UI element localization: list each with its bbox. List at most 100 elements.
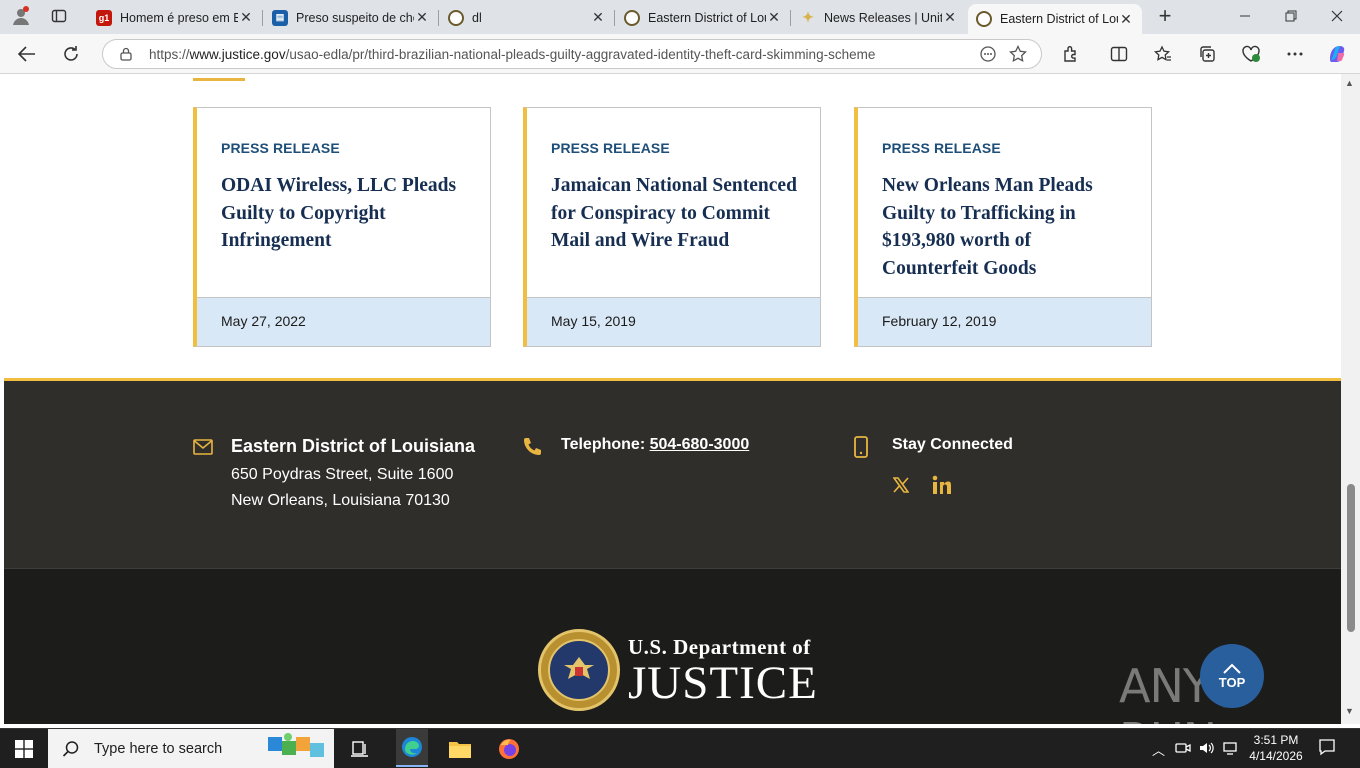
edge-taskbar-icon[interactable] (396, 729, 428, 767)
card-kicker: PRESS RELEASE (882, 140, 1001, 156)
star-icon: ✦ (802, 9, 814, 25)
new-tab-icon[interactable]: + (1150, 2, 1180, 30)
tab-title: Eastern District of Lou (1000, 12, 1118, 26)
file-explorer-icon[interactable] (446, 735, 474, 763)
close-tab-icon[interactable]: ✕ (414, 9, 430, 26)
mail-icon (193, 439, 213, 455)
scroll-up-arrow-icon[interactable]: ▲ (1345, 78, 1354, 88)
linkedin-icon[interactable] (932, 475, 952, 500)
tab-4[interactable]: Eastern District of Lou ✕ (616, 4, 791, 31)
x-icon[interactable] (892, 477, 910, 498)
restore-icon[interactable] (1276, 2, 1306, 30)
card-title-link[interactable]: New Orleans Man Pleads Guilty to Traffic… (882, 172, 1132, 282)
phone-icon (524, 438, 541, 455)
url-host: www.justice.gov (189, 46, 286, 62)
press-release-card[interactable]: PRESS RELEASE New Orleans Man Pleads Gui… (854, 107, 1152, 347)
doj-seal-icon (448, 9, 464, 26)
press-release-card[interactable]: PRESS RELEASE Jamaican National Sentence… (523, 107, 821, 347)
card-kicker: PRESS RELEASE (221, 140, 340, 156)
close-tab-icon[interactable]: ✕ (238, 9, 254, 26)
search-highlight-icon (268, 733, 324, 757)
page-scrollbar[interactable]: ▲ ▼ (1341, 74, 1360, 724)
taskbar-clock[interactable]: 3:51 PM 4/14/2026 (1248, 732, 1304, 764)
g1-icon: g1 (96, 9, 112, 26)
section-accent-bar (193, 78, 245, 81)
search-placeholder: Type here to search (94, 741, 223, 757)
network-icon[interactable] (1222, 740, 1238, 759)
tab-title: News Releases | Unite (824, 10, 942, 25)
clock-date: 4/14/2026 (1249, 749, 1303, 763)
collections-icon[interactable] (1192, 40, 1222, 68)
notifications-icon[interactable] (1318, 738, 1336, 759)
split-screen-icon[interactable] (1104, 40, 1134, 68)
mobile-phone-icon (854, 436, 868, 458)
chevron-up-icon (1223, 663, 1241, 674)
card-title-link[interactable]: ODAI Wireless, LLC Pleads Guilty to Copy… (221, 172, 471, 255)
logo-line-1: U.S. Department of (628, 634, 811, 659)
footer-address: Eastern District of Louisiana 650 Poydra… (193, 436, 493, 510)
address-line-1: 650 Poydras Street, Suite 1600 (231, 466, 454, 483)
doj-seal-icon (624, 9, 640, 26)
tab-3[interactable]: dl ✕ (440, 4, 615, 31)
favorite-star-icon[interactable] (1003, 40, 1033, 68)
reload-icon[interactable] (56, 40, 86, 68)
profile-icon[interactable] (6, 2, 36, 30)
telephone-link[interactable]: 504-680-3000 (650, 436, 750, 453)
favorites-icon[interactable] (1148, 40, 1178, 68)
page-content: PRESS RELEASE ODAI Wireless, LLC Pleads … (4, 74, 1341, 724)
windows-taskbar: Type here to search ︿ 3:51 PM 4/14/2026 (0, 728, 1360, 768)
top-button-label: TOP (1218, 674, 1246, 690)
clock-time: 3:51 PM (1253, 733, 1299, 747)
card-kicker: PRESS RELEASE (551, 140, 670, 156)
firefox-icon[interactable] (495, 735, 523, 763)
logo-line-2: JUSTICE (628, 656, 818, 709)
url-prefix: https:// (149, 46, 190, 62)
lock-icon[interactable] (119, 47, 133, 61)
close-tab-icon[interactable]: ✕ (1118, 11, 1134, 28)
tab-2[interactable]: ▤ Preso suspeito de che ✕ (264, 4, 439, 31)
card-date: February 12, 2019 (858, 297, 1151, 346)
taskbar-search-box[interactable]: Type here to search (48, 729, 334, 768)
footer-social: Stay Connected (853, 436, 1103, 458)
close-tab-icon[interactable]: ✕ (766, 9, 782, 26)
browser-essentials-icon[interactable] (1236, 40, 1266, 68)
reader-mode-icon[interactable] (973, 40, 1003, 68)
extensions-icon[interactable] (1056, 40, 1086, 68)
tab-title: dl (472, 10, 482, 25)
close-tab-icon[interactable]: ✕ (590, 9, 606, 26)
show-hidden-icons-icon[interactable]: ︿ (1152, 740, 1165, 759)
telephone-label: Telephone: (561, 436, 650, 453)
tab-1[interactable]: g1 Homem é preso em B ✕ (88, 4, 263, 31)
back-to-top-button[interactable]: TOP (1200, 644, 1264, 708)
address-line-2: New Orleans, Louisiana 70130 (231, 492, 450, 509)
scrollbar-thumb[interactable] (1347, 484, 1355, 632)
close-tab-icon[interactable]: ✕ (942, 9, 958, 26)
browser-tab-bar: g1 Homem é preso em B ✕ ▤ Preso suspeito… (0, 0, 1360, 34)
minimize-icon[interactable] (1230, 2, 1260, 30)
browser-toolbar: https://www.justice.gov/usao-edla/pr/thi… (0, 34, 1360, 74)
task-view-icon[interactable] (346, 735, 374, 763)
scroll-down-arrow-icon[interactable]: ▼ (1345, 706, 1354, 716)
close-window-icon[interactable] (1322, 2, 1352, 30)
tab-title: Preso suspeito de che (296, 10, 414, 25)
tab-title: Homem é preso em B (120, 10, 238, 25)
news-doc-icon: ▤ (272, 9, 288, 26)
copilot-icon[interactable] (1322, 40, 1352, 68)
card-date: May 27, 2022 (197, 297, 490, 346)
windows-start-icon[interactable] (10, 735, 38, 763)
doj-logo[interactable]: U.S. Department of JUSTICE (538, 629, 818, 711)
press-release-card[interactable]: PRESS RELEASE ODAI Wireless, LLC Pleads … (193, 107, 491, 347)
tab-title: Eastern District of Lou (648, 10, 766, 25)
card-title-link[interactable]: Jamaican National Sentenced for Conspira… (551, 172, 801, 255)
url-text[interactable]: https://www.justice.gov/usao-edla/pr/thi… (149, 47, 973, 62)
search-icon (62, 741, 79, 757)
back-icon[interactable] (12, 40, 42, 68)
meet-now-icon[interactable] (1175, 740, 1191, 759)
tab-6-active[interactable]: Eastern District of Lou ✕ (968, 4, 1142, 34)
address-bar[interactable]: https://www.justice.gov/usao-edla/pr/thi… (102, 39, 1042, 69)
tab-5[interactable]: ✦ News Releases | Unite ✕ (792, 4, 966, 31)
more-menu-icon[interactable] (1280, 40, 1310, 68)
tab-actions-icon[interactable] (44, 2, 74, 30)
volume-icon[interactable] (1199, 740, 1215, 759)
footer-contact-section: Eastern District of Louisiana 650 Poydra… (4, 378, 1341, 568)
